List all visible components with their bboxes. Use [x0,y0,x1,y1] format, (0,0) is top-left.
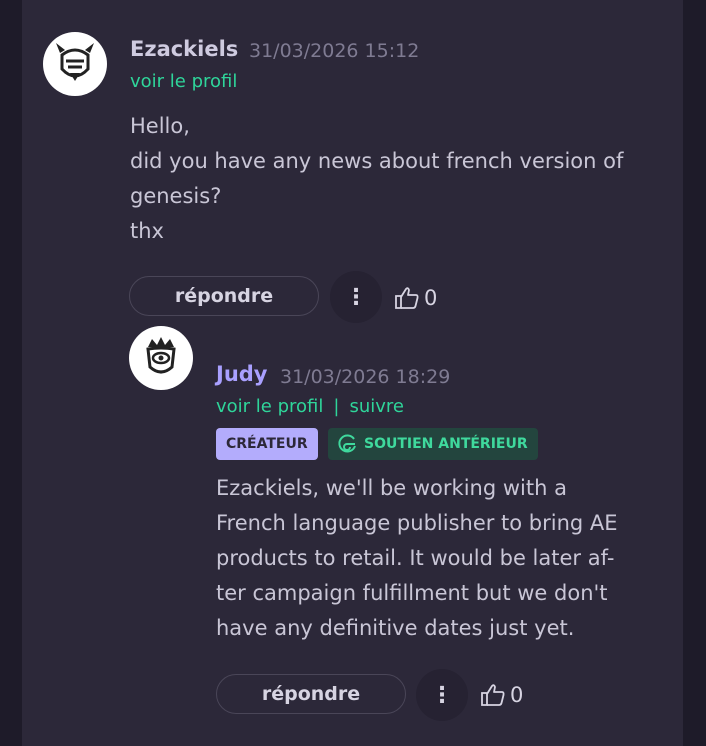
comment-body: Hello, did you have any news about frenc… [130,114,624,243]
comment-body: Ezackiels, we'll be working with a Frenc… [216,476,618,640]
thumbs-up-icon [395,287,419,309]
thumbs-up-icon [481,684,505,706]
comments-panel: Ezackiels 31/03/2026 15:12 voir le profi… [22,0,683,746]
view-profile-link[interactable]: voir le profil [216,396,323,417]
crowned-eye-avatar-icon [146,337,176,374]
viking-helmet-avatar-icon [56,43,94,81]
creator-badge: CRÉATEUR [216,428,318,460]
comment-date: 31/03/2026 18:29 [280,366,451,388]
follow-link[interactable]: suivre [349,396,404,417]
kebab-menu-icon: ⋮ [345,284,367,310]
backer-badge: SOUTIEN ANTÉRIEUR [328,428,538,460]
comment-menu-button[interactable]: ⋮ [416,669,468,721]
refresh-g-icon [338,434,356,453]
backer-badge-label: SOUTIEN ANTÉRIEUR [364,436,528,452]
creator-badge-label: CRÉATEUR [226,436,308,452]
comment-menu-button[interactable]: ⋮ [330,271,382,323]
reply-button[interactable]: répondre [216,674,406,714]
like-count: 0 [510,683,524,707]
comment-author[interactable]: Ezackiels [130,37,238,61]
avatar[interactable] [43,32,107,96]
comment-date: 31/03/2026 15:12 [249,40,420,62]
comment-author[interactable]: Judy [216,362,268,386]
view-profile-link[interactable]: voir le profil [130,71,237,92]
comment-links: voir le profil [130,71,237,92]
comment-links: voir le profil | suivre [216,396,404,417]
link-separator: | [333,396,340,417]
avatar[interactable] [129,326,193,390]
like-button[interactable]: 0 [394,286,437,310]
like-count: 0 [424,286,438,310]
like-button[interactable]: 0 [480,683,523,707]
kebab-menu-icon: ⋮ [431,682,453,708]
reply-button[interactable]: répondre [129,276,319,316]
